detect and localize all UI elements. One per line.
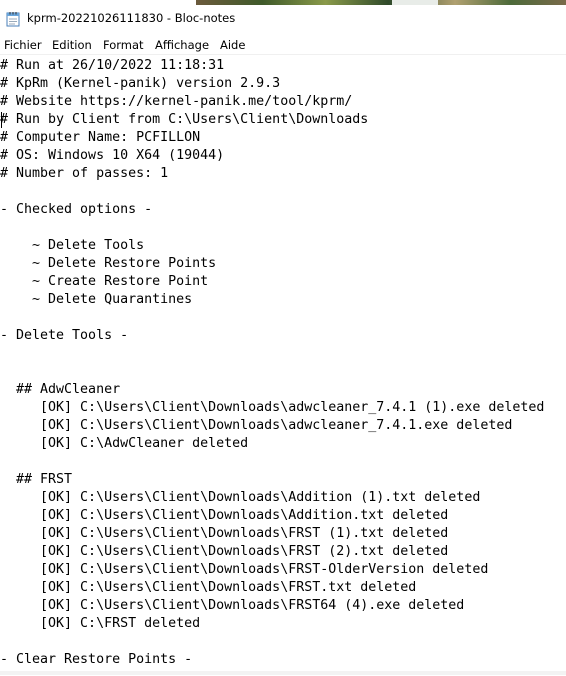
text-line: [OK] C:\Users\Client\Downloads\Addition … <box>0 490 481 505</box>
text-line: ~ Delete Quarantines <box>0 292 193 307</box>
text-line: ~ Delete Restore Points <box>0 256 217 271</box>
text-line: ~ Create Restore Point <box>0 274 209 289</box>
window-bottom-edge <box>0 671 566 675</box>
menu-bar: Fichier Edition Format Affichage Aide <box>0 36 566 54</box>
document-text[interactable]: # Run at 26/10/2022 11:18:31 # KpRm (Kern… <box>0 57 544 669</box>
menu-aide[interactable]: Aide <box>220 38 245 52</box>
text-line: # KpRm (Kernel-panik) version 2.9.3 <box>0 76 281 91</box>
text-line: - Delete Tools - <box>0 328 129 343</box>
text-line <box>0 453 544 471</box>
text-line: [OK] C:\Users\Client\Downloads\FRST (1).… <box>0 526 449 541</box>
text-line <box>0 309 544 327</box>
notepad-icon[interactable] <box>6 11 20 27</box>
text-line <box>0 363 544 381</box>
text-caret <box>1 112 2 128</box>
text-line: # Website https://kernel-panik.me/tool/k… <box>0 94 353 109</box>
text-line: ## AdwCleaner <box>0 382 121 397</box>
menu-edition[interactable]: Edition <box>52 38 92 52</box>
window-title: kprm-20221026111830 - Bloc-notes <box>27 11 236 25</box>
menu-fichier[interactable]: Fichier <box>4 38 42 52</box>
text-line: # Run at 26/10/2022 11:18:31 <box>0 58 225 73</box>
text-line: [OK] C:\Users\Client\Downloads\FRST64 (4… <box>0 598 465 613</box>
background-strip-light <box>392 0 438 5</box>
text-line: [OK] C:\Users\Client\Downloads\FRST.txt … <box>0 580 417 595</box>
text-line: ## FRST <box>0 472 73 487</box>
text-line: [OK] C:\Users\Client\Downloads\Addition.… <box>0 508 449 523</box>
text-line: - Clear Restore Points - <box>0 652 193 667</box>
text-line: [OK] C:\Users\Client\Downloads\adwcleane… <box>0 400 545 415</box>
title-bar[interactable]: kprm-20221026111830 - Bloc-notes <box>0 0 566 36</box>
text-line: # Number of passes: 1 <box>0 166 169 181</box>
text-editor-area[interactable]: # Run at 26/10/2022 11:18:31 # KpRm (Kern… <box>0 54 566 676</box>
text-line: [OK] C:\Users\Client\Downloads\adwcleane… <box>0 418 513 433</box>
text-line <box>0 345 544 363</box>
text-line <box>0 633 544 651</box>
text-line: [OK] C:\AdwCleaner deleted <box>0 436 249 451</box>
menu-format[interactable]: Format <box>103 38 144 52</box>
text-line <box>0 219 544 237</box>
text-line: [OK] C:\FRST deleted <box>0 616 201 631</box>
text-line: [OK] C:\Users\Client\Downloads\FRST-Olde… <box>0 562 489 577</box>
text-line: # OS: Windows 10 X64 (19044) <box>0 148 225 163</box>
text-line: ~ Delete Tools <box>0 238 145 253</box>
text-line: [OK] C:\Users\Client\Downloads\FRST (2).… <box>0 544 449 559</box>
text-line <box>0 183 544 201</box>
menu-affichage[interactable]: Affichage <box>155 38 209 52</box>
text-line: # Computer Name: PCFILLON <box>0 130 201 145</box>
background-strip <box>196 0 566 5</box>
text-line: - Checked options - <box>0 202 153 217</box>
text-line: # Run by Client from C:\Users\Client\Dow… <box>0 112 369 127</box>
